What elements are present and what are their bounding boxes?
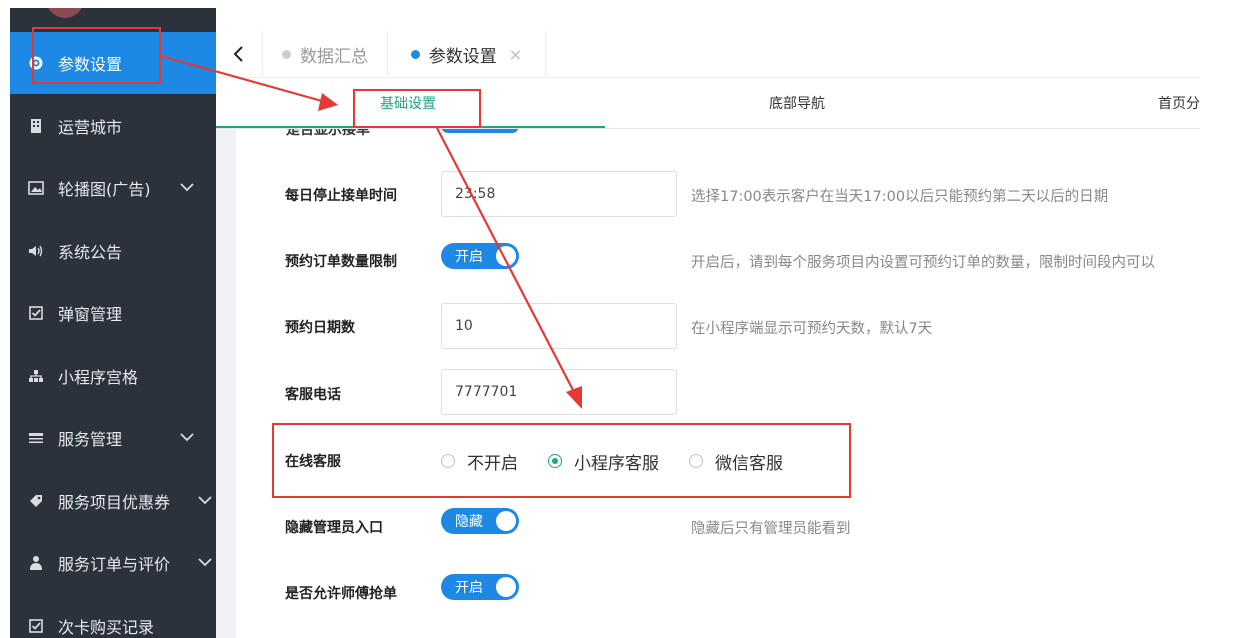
annotation-arrows [160, 54, 582, 409]
